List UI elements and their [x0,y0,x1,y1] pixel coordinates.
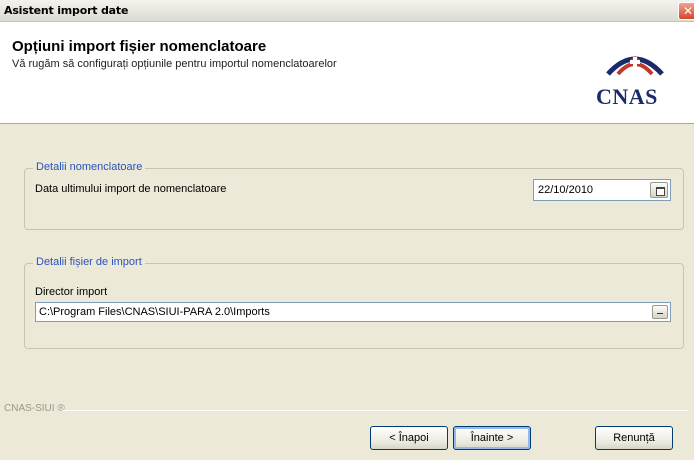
page-title: Opțiuni import fișier nomenclatoare [12,38,267,55]
last-import-date-label: Data ultimului import de nomenclatoare [35,183,227,195]
cnas-logo-text: CNAS [596,84,658,109]
next-button[interactable]: Înainte > [453,426,531,450]
page-subtitle: Vă rugăm să configurați opțiunile pentru… [12,58,337,70]
close-icon[interactable]: ✕ [678,2,694,20]
import-directory-label: Director import [35,286,108,298]
last-import-date-picker[interactable]: 22/10/2010 [533,179,671,201]
group-import-file: Detalii fișier de import Director import… [24,256,684,349]
last-import-date-value[interactable]: 22/10/2010 [538,184,593,196]
footer-divider [62,410,688,411]
title-bar: Asistent import date ✕ [0,0,694,22]
group-nomenclatoare: Detalii nomenclatoare Data ultimului imp… [24,161,684,230]
footer-brand: CNAS-SIUI ® [4,403,65,414]
group-import-file-legend: Detalii fișier de import [33,256,145,268]
window-title: Asistent import date [4,4,129,17]
group-nomenclatoare-legend: Detalii nomenclatoare [33,161,146,173]
back-button[interactable]: < Înapoi [370,426,448,450]
import-directory-value[interactable]: C:\Program Files\CNAS\SIUI-PARA 2.0\Impo… [39,306,270,318]
wizard-header: Opțiuni import fișier nomenclatoare Vă r… [0,22,694,124]
import-wizard-window: Asistent import date ✕ Opțiuni import fi… [0,0,694,460]
cancel-button[interactable]: Renunță [595,426,673,450]
import-directory-field[interactable]: C:\Program Files\CNAS\SIUI-PARA 2.0\Impo… [35,302,671,322]
browse-icon[interactable] [652,305,668,319]
calendar-icon[interactable] [650,182,668,198]
